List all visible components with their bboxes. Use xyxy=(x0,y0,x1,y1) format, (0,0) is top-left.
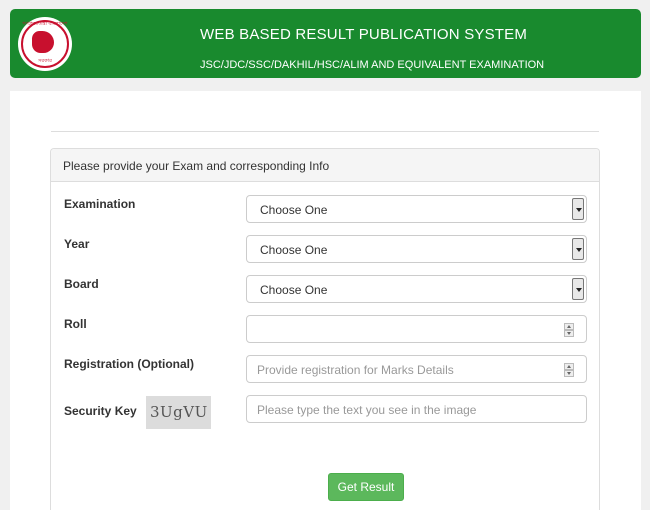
registration-input[interactable]: Provide registration for Marks Details xyxy=(246,355,587,383)
divider xyxy=(51,131,599,132)
chevron-down-icon[interactable] xyxy=(572,278,584,300)
security-key-label: Security Key xyxy=(64,404,137,418)
panel-heading: Please provide your Exam and correspondi… xyxy=(51,149,599,182)
exam-info-panel: Please provide your Exam and correspondi… xyxy=(50,148,600,510)
roll-label: Roll xyxy=(64,317,87,331)
board-label: Board xyxy=(64,277,99,291)
year-selected-value: Choose One xyxy=(260,243,328,257)
page-subtitle: JSC/JDC/SSC/DAKHIL/HSC/ALIM AND EQUIVALE… xyxy=(200,59,545,71)
chevron-down-icon[interactable] xyxy=(572,198,584,220)
board-selected-value: Choose One xyxy=(260,283,328,297)
seal-text-top: গণপ্রজাতন্ত্রী বাংলাদেশ xyxy=(22,21,68,27)
seal-text-bottom: সরকার xyxy=(38,58,52,64)
year-select[interactable]: Choose One xyxy=(246,235,587,263)
security-key-placeholder: Please type the text you see in the imag… xyxy=(257,403,477,417)
board-select[interactable]: Choose One xyxy=(246,275,587,303)
registration-label: Registration (Optional) xyxy=(64,357,194,371)
get-result-button[interactable]: Get Result xyxy=(328,473,404,501)
security-key-input[interactable]: Please type the text you see in the imag… xyxy=(246,395,587,423)
examination-selected-value: Choose One xyxy=(260,203,328,217)
year-label: Year xyxy=(64,237,90,251)
page-title: WEB BASED RESULT PUBLICATION SYSTEM xyxy=(200,26,528,43)
number-spinner-icon[interactable] xyxy=(564,363,574,377)
registration-placeholder: Provide registration for Marks Details xyxy=(257,363,454,377)
bangladesh-map-icon xyxy=(32,31,54,53)
chevron-down-icon[interactable] xyxy=(572,238,584,260)
site-header: গণপ্রজাতন্ত্রী বাংলাদেশ সরকার WEB BASED … xyxy=(10,9,641,78)
number-spinner-icon[interactable] xyxy=(564,323,574,337)
roll-input[interactable] xyxy=(246,315,587,343)
examination-label: Examination xyxy=(64,197,136,211)
examination-select[interactable]: Choose One xyxy=(246,195,587,223)
main-content: Please provide your Exam and correspondi… xyxy=(10,91,641,510)
government-seal-logo: গণপ্রজাতন্ত্রী বাংলাদেশ সরকার xyxy=(18,17,72,71)
captcha-image: 3UgVU xyxy=(146,396,211,429)
